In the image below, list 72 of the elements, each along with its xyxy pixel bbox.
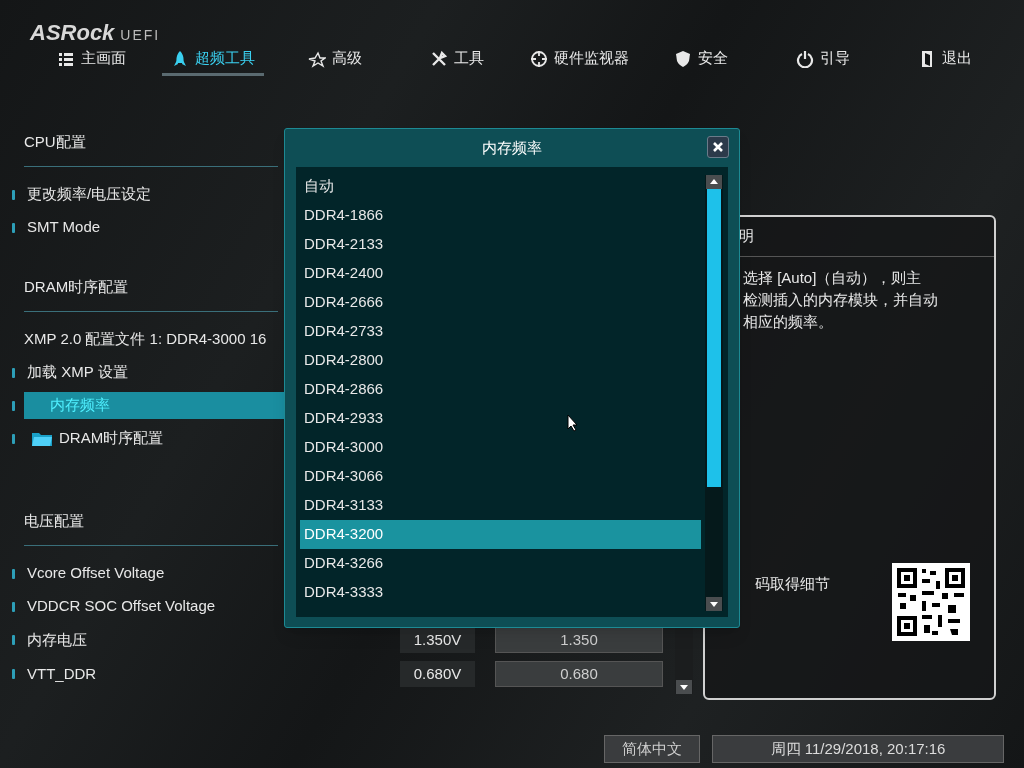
- nav-tab[interactable]: 硬件监视器: [528, 44, 630, 76]
- section-heading: 电压配置: [24, 512, 84, 529]
- option-item[interactable]: DDR4-3333: [300, 578, 701, 607]
- tools-icon[interactable]: [430, 49, 448, 68]
- shield-icon[interactable]: [674, 49, 692, 68]
- option-item[interactable]: DDR4-2800: [300, 346, 701, 375]
- scroll-thumb[interactable]: [707, 189, 721, 487]
- close-button[interactable]: [707, 136, 729, 158]
- bullet-icon: [12, 400, 15, 411]
- setting-item[interactable]: SMT Mode: [24, 214, 101, 241]
- help-text: 选择 [Auto]（自动），则主: [743, 269, 923, 287]
- option-item[interactable]: DDR4-3266: [300, 549, 701, 578]
- power-icon[interactable]: [796, 49, 814, 68]
- nav-tab[interactable]: 安全: [650, 44, 752, 76]
- option-item[interactable]: DDR4-3133: [300, 491, 701, 520]
- current-value: 0.680V: [400, 661, 475, 687]
- mouse-pointer-icon: [567, 414, 579, 432]
- scroll-up-icon[interactable]: [706, 175, 722, 189]
- rocket-icon[interactable]: [171, 49, 189, 68]
- star-icon[interactable]: [308, 49, 326, 68]
- option-item[interactable]: DDR4-3066: [300, 462, 701, 491]
- section-heading: DRAM时序配置: [24, 278, 129, 295]
- nav-tab[interactable]: 工具: [406, 44, 508, 76]
- close-icon[interactable]: [712, 141, 724, 153]
- help-title: 明: [739, 226, 754, 247]
- dialog-title: 内存频率: [482, 137, 542, 158]
- scrollbar[interactable]: [705, 175, 723, 611]
- option-item[interactable]: 自动: [300, 172, 701, 201]
- value-field[interactable]: 1.350: [495, 627, 663, 653]
- nav-tab[interactable]: 引导: [772, 44, 874, 76]
- nav-tab[interactable]: 高级: [284, 44, 386, 76]
- help-text: 相应的频率。: [743, 313, 834, 331]
- logo: ASRock: [30, 22, 115, 44]
- option-item[interactable]: DDR4-2400: [300, 259, 701, 288]
- bullet-icon: [12, 189, 15, 200]
- setting-item[interactable]: 更改频率/电压设定: [24, 181, 152, 208]
- option-item[interactable]: DDR4-3200: [300, 520, 701, 549]
- bullet-icon: [12, 433, 15, 444]
- bullet-icon: [12, 669, 15, 679]
- section-heading: CPU配置: [24, 133, 86, 150]
- option-item[interactable]: DDR4-2666: [300, 288, 701, 317]
- help-text: 码取得细节: [755, 574, 830, 594]
- option-item[interactable]: DDR4-2133: [300, 230, 701, 259]
- language-button[interactable]: 简体中文: [604, 735, 700, 763]
- setting-item[interactable]: VDDCR SOC Offset Voltage: [24, 593, 216, 620]
- setting-item[interactable]: VTT_DDR: [24, 660, 97, 688]
- info-text: XMP 2.0 配置文件 1: DDR4-3000 16: [24, 329, 267, 350]
- help-text: 检测插入的内存模块，并自动: [743, 291, 939, 309]
- date-time: 周四 11/29/2018, 20:17:16: [712, 735, 1004, 763]
- nav-tab[interactable]: 主画面: [40, 44, 142, 76]
- value-field[interactable]: 0.680: [495, 661, 663, 687]
- bullet-icon: [12, 601, 15, 612]
- option-item[interactable]: DDR4-1866: [300, 201, 701, 230]
- setting-item[interactable]: 内存电压: [24, 626, 87, 654]
- nav-tab[interactable]: 超频工具: [162, 44, 264, 76]
- bullet-icon: [12, 222, 15, 233]
- bullet-icon: [12, 635, 15, 645]
- scroll-down-icon[interactable]: [706, 597, 722, 611]
- setting-item[interactable]: 加载 XMP 设置: [24, 359, 128, 386]
- option-item[interactable]: DDR4-2866: [300, 375, 701, 404]
- bullet-icon: [12, 367, 15, 378]
- scroll-down-icon[interactable]: [676, 680, 692, 694]
- bullet-icon: [12, 568, 15, 579]
- option-item[interactable]: DDR4-2933: [300, 404, 701, 433]
- logo-suffix: UEFI: [120, 28, 161, 44]
- crosshair-icon[interactable]: [529, 49, 548, 68]
- nav-tab[interactable]: 退出: [894, 44, 996, 76]
- option-item[interactable]: DDR4-2733: [300, 317, 701, 346]
- setting-item[interactable]: DRAM时序配置: [28, 425, 164, 452]
- setting-item[interactable]: Vcore Offset Voltage: [24, 560, 165, 587]
- option-item[interactable]: DDR4-3000: [300, 433, 701, 462]
- current-value: 1.350V: [400, 627, 475, 653]
